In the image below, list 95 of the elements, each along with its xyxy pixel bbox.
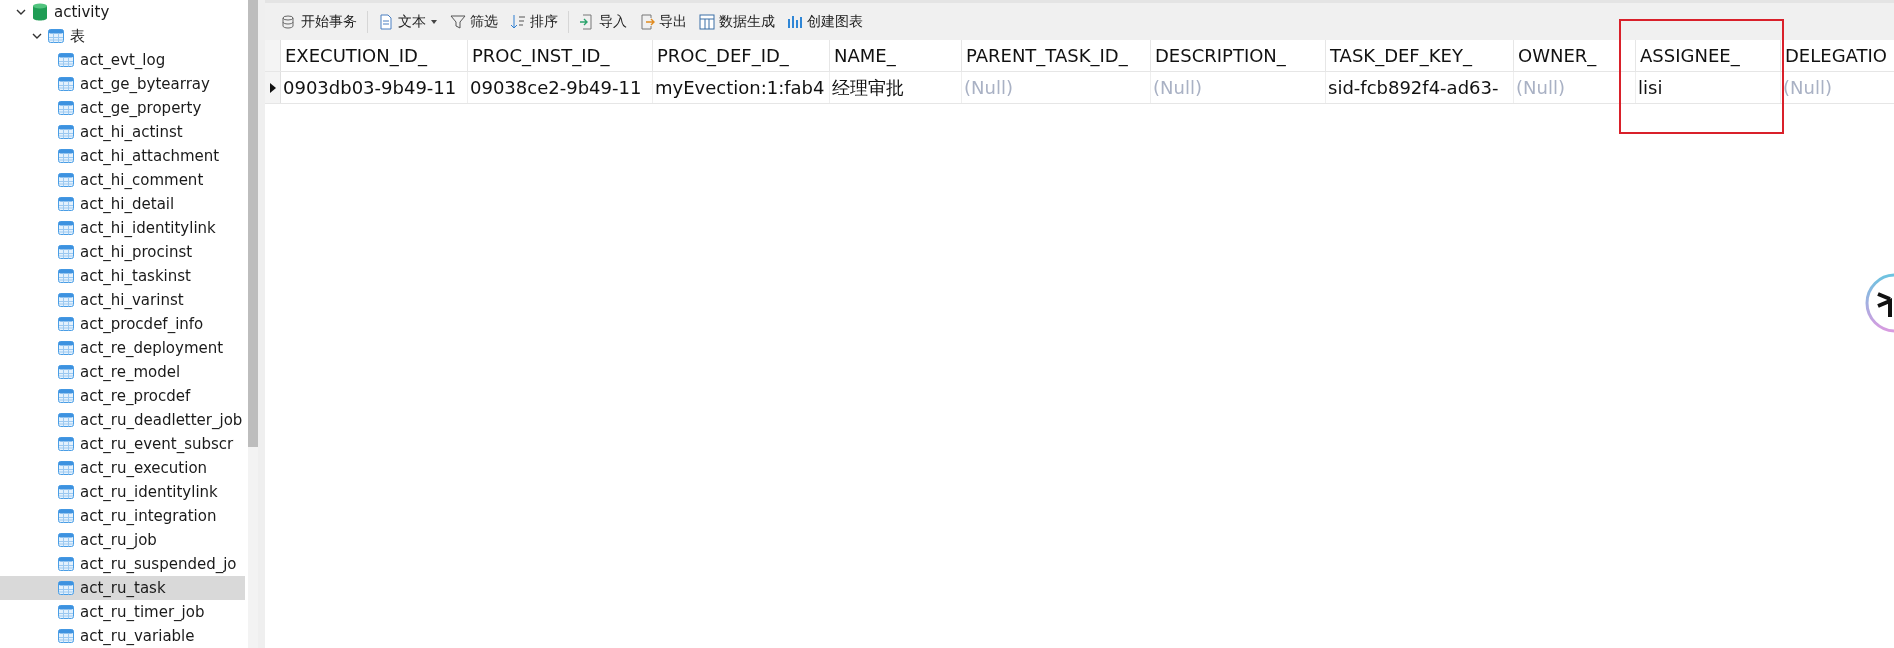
column-header[interactable]: DELEGATIO (1781, 40, 1894, 71)
document-icon (378, 13, 394, 30)
tree-item[interactable]: act_ge_bytearray (0, 72, 245, 96)
export-icon (639, 13, 655, 30)
table-icon (58, 436, 74, 452)
table-icon (58, 124, 74, 140)
table-icon (58, 244, 74, 260)
sort-icon (510, 13, 526, 30)
tree-item[interactable]: act_procdef_info (0, 312, 245, 336)
tree-item[interactable]: act_hi_varinst (0, 288, 245, 312)
table-cell: (Null) (1151, 72, 1326, 103)
table-icon (58, 220, 74, 236)
table-icon (58, 316, 74, 332)
table-icon (58, 172, 74, 188)
table-icon (58, 532, 74, 548)
table-icon (58, 604, 74, 620)
table-icon (58, 292, 74, 308)
table-cell: (Null) (1781, 72, 1894, 103)
column-header[interactable]: PROC_INST_ID_ (468, 40, 653, 71)
tree-item[interactable]: act_ru_integration (0, 504, 245, 528)
table-icon (58, 100, 74, 116)
tree-item[interactable]: act_hi_actinst (0, 120, 245, 144)
tree-item[interactable]: activity (0, 0, 245, 24)
table-icon (58, 508, 74, 524)
toolbar-button[interactable]: 排序 (508, 10, 560, 33)
table-cell: (Null) (962, 72, 1151, 103)
filter-icon (450, 13, 466, 30)
toolbar-button[interactable]: 开始事务 (279, 10, 359, 33)
toolbar-button[interactable]: 文本 (376, 10, 440, 33)
tree-item[interactable]: act_hi_identitylink (0, 216, 245, 240)
table-icon (58, 340, 74, 356)
tree-item[interactable]: act_ru_variable (0, 624, 245, 648)
table-icon (58, 484, 74, 500)
tree-item[interactable]: act_ge_property (0, 96, 245, 120)
row-indicator-cell[interactable] (265, 72, 281, 103)
table-cell: 0903db03-9b49-11 (281, 72, 468, 103)
tree-item[interactable]: act_ru_execution (0, 456, 245, 480)
table-icon (58, 196, 74, 212)
tree-item[interactable]: act_ru_event_subscr (0, 432, 245, 456)
table-icon (58, 412, 74, 428)
column-header[interactable]: NAME_ (830, 40, 962, 71)
tree-item[interactable]: act_re_deployment (0, 336, 245, 360)
toolbar-button[interactable]: 导出 (637, 10, 689, 33)
column-header[interactable]: PARENT_TASK_ID_ (962, 40, 1151, 71)
table-icon (58, 52, 74, 68)
column-header[interactable]: DESCRIPTION_ (1151, 40, 1326, 71)
table-icon (58, 268, 74, 284)
table-icon (58, 628, 74, 644)
table-icon (58, 388, 74, 404)
data-grid-icon (699, 13, 715, 30)
tree-item[interactable]: act_re_procdef (0, 384, 245, 408)
chevron-down-icon[interactable] (32, 31, 42, 41)
database-icon (281, 13, 297, 30)
bar-chart-icon (787, 13, 803, 30)
tree-item[interactable]: act_hi_procinst (0, 240, 245, 264)
column-header[interactable]: OWNER_ (1514, 40, 1636, 71)
chevron-down-icon[interactable] (16, 7, 26, 17)
table-cell: 09038ce2-9b49-11 (468, 72, 653, 103)
table-cell: lisi (1636, 72, 1781, 103)
tree-item[interactable]: act_evt_log (0, 48, 245, 72)
column-header[interactable]: TASK_DEF_KEY_ (1326, 40, 1514, 71)
tree-item[interactable]: act_ru_suspended_jo (0, 552, 245, 576)
toolbar-button[interactable]: 导入 (577, 10, 629, 33)
scrollbar-thumb[interactable] (248, 0, 258, 447)
column-header[interactable]: ASSIGNEE_ (1636, 40, 1781, 71)
table-icon (58, 76, 74, 92)
table-icon (58, 556, 74, 572)
tree-item[interactable]: act_re_model (0, 360, 245, 384)
toolbar-button[interactable]: 筛选 (448, 10, 500, 33)
import-icon (579, 13, 595, 30)
table-icon (58, 460, 74, 476)
table-icon (58, 580, 74, 596)
tree-item[interactable]: act_ru_task (0, 576, 245, 600)
tree-item[interactable]: act_ru_job (0, 528, 245, 552)
table-cell: (Null) (1514, 72, 1636, 103)
toolbar-button[interactable]: 创建图表 (785, 10, 865, 33)
tree-item[interactable]: act_ru_deadletter_job (0, 408, 245, 432)
table-cell: myEvection:1:fab4 (653, 72, 830, 103)
table-icon (48, 28, 64, 44)
table-icon (58, 364, 74, 380)
column-header[interactable]: PROC_DEF_ID_ (653, 40, 830, 71)
column-header[interactable]: EXECUTION_ID_ (281, 40, 468, 71)
table-cell: 经理审批 (830, 72, 962, 103)
tree-item[interactable]: act_hi_detail (0, 192, 245, 216)
toolbar-button[interactable]: 数据生成 (697, 10, 777, 33)
assistant-icon[interactable] (1864, 272, 1894, 334)
tree-item[interactable]: act_ru_timer_job (0, 600, 245, 624)
table-cell: sid-fcb892f4-ad63- (1326, 72, 1514, 103)
table-icon (58, 148, 74, 164)
tree-item[interactable]: act_hi_attachment (0, 144, 245, 168)
database-icon (32, 3, 48, 21)
tree-item[interactable]: act_hi_comment (0, 168, 245, 192)
tree-item[interactable]: act_hi_taskinst (0, 264, 245, 288)
tree-item[interactable]: 表 (0, 24, 245, 48)
tree-item[interactable]: act_ru_identitylink (0, 480, 245, 504)
